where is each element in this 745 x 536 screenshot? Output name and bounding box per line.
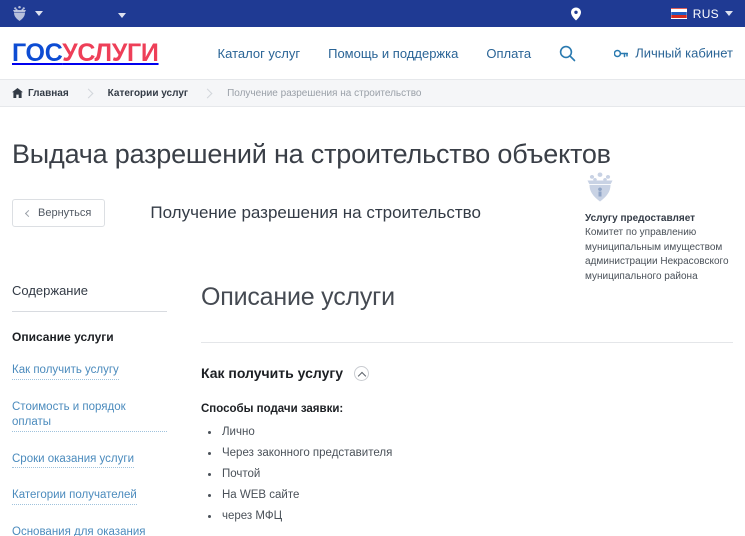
- service-provider-name: Комитет по управлению муниципальным имущ…: [585, 227, 729, 282]
- service-provider-label: Услугу предоставляет: [585, 213, 696, 224]
- breadcrumb-link-home[interactable]: Главная: [28, 88, 69, 99]
- chevron-down-icon: [118, 12, 126, 18]
- back-button[interactable]: Вернуться: [12, 199, 106, 227]
- search-icon: [559, 45, 576, 61]
- nav-item-catalog[interactable]: Каталог услуг: [218, 46, 301, 61]
- gosuslugi-logo[interactable]: ГОСУСЛУГИ: [12, 38, 159, 67]
- personal-cabinet-link[interactable]: Личный кабинет: [614, 46, 733, 61]
- main-navigation: Каталог услуг Помощь и поддержка Оплата: [218, 45, 577, 62]
- service-subtitle: Получение разрешения на строительство: [150, 203, 481, 222]
- page-title: Выдача разрешений на строительство объек…: [12, 139, 611, 169]
- toc-divider: [12, 311, 167, 312]
- chevron-down-icon: [725, 11, 733, 16]
- accordion-header-how-to-get[interactable]: Как получить услугу: [201, 365, 733, 381]
- submission-methods-list: Лично Через законного представителя Почт…: [201, 426, 733, 522]
- breadcrumb-link-categories[interactable]: Категории услуг: [108, 88, 188, 99]
- toc-item-service-grounds[interactable]: Основания для оказания услуги,: [12, 525, 167, 536]
- list-item: через МФЦ: [201, 510, 733, 522]
- breadcrumb-item-current: Получение разрешения на строительство: [227, 87, 422, 99]
- nav-item-help[interactable]: Помощь и поддержка: [328, 46, 458, 61]
- russia-coat-of-arms-icon: [587, 172, 613, 202]
- list-item: На WEB сайте: [201, 489, 733, 501]
- service-provider-block: Услугу предоставляет Комитет по управлен…: [585, 170, 745, 284]
- breadcrumb-separator-icon: [83, 88, 94, 98]
- breadcrumb-item-categories[interactable]: Категории услуг: [108, 88, 188, 99]
- list-item: Через законного представителя: [201, 447, 733, 459]
- breadcrumb: Главная Категории услуг Получение разреш…: [0, 79, 745, 107]
- site-header: ГОСУСЛУГИ Каталог услуг Помощь и поддерж…: [0, 27, 745, 79]
- logo-text-gos: ГОС: [12, 38, 63, 67]
- top-utility-bar: RUS: [0, 0, 745, 27]
- content-divider: [201, 342, 733, 343]
- table-of-contents-sidebar: Содержание Описание услуги Как получить …: [12, 283, 167, 536]
- logo-text-uslugi: УСЛУГИ: [62, 38, 159, 67]
- toc-item-recipient-categories[interactable]: Категории получателей: [12, 488, 137, 505]
- nav-item-payment[interactable]: Оплата: [486, 46, 531, 61]
- topbar-emblem-group[interactable]: [12, 5, 43, 22]
- submission-methods-label: Способы подачи заявки:: [201, 403, 344, 415]
- accordion-title: Как получить услугу: [201, 365, 343, 381]
- russian-flag-icon: [670, 8, 687, 19]
- chevron-up-circle-icon[interactable]: [353, 365, 369, 381]
- toc-item-description-active[interactable]: Описание услуги: [12, 330, 167, 344]
- content-heading: Описание услуги: [201, 283, 395, 311]
- back-button-label: Вернуться: [38, 207, 92, 219]
- chevron-down-icon: [35, 11, 43, 16]
- language-selector[interactable]: RUS: [670, 6, 733, 21]
- location-pin-icon: [571, 7, 581, 20]
- main-content: Описание услуги Как получить услугу Спос…: [167, 283, 733, 531]
- list-item: Почтой: [201, 468, 733, 480]
- breadcrumb-separator-icon: [202, 88, 213, 98]
- russia-coat-of-arms-icon: [13, 6, 26, 21]
- location-selector[interactable]: [571, 7, 581, 20]
- list-item: Лично: [201, 426, 733, 438]
- toc-item-cost-and-payment[interactable]: Стоимость и порядок оплаты: [12, 400, 167, 432]
- personal-cabinet-label: Личный кабинет: [635, 45, 733, 61]
- page-body: Содержание Описание услуги Как получить …: [0, 283, 745, 536]
- home-icon: [12, 88, 23, 98]
- language-label: RUS: [692, 6, 719, 21]
- toc-item-service-terms[interactable]: Сроки оказания услуги: [12, 452, 135, 469]
- service-header-row: Вернуться Получение разрешения на строит…: [0, 170, 745, 282]
- key-icon: [614, 49, 629, 57]
- topbar-secondary-dropdown[interactable]: [118, 5, 126, 23]
- toc-item-how-to-get[interactable]: Как получить услугу: [12, 363, 119, 380]
- search-button[interactable]: [559, 45, 576, 62]
- chevron-left-icon: [24, 209, 33, 217]
- toc-title: Содержание: [12, 283, 88, 298]
- breadcrumb-item-home[interactable]: Главная: [12, 88, 69, 99]
